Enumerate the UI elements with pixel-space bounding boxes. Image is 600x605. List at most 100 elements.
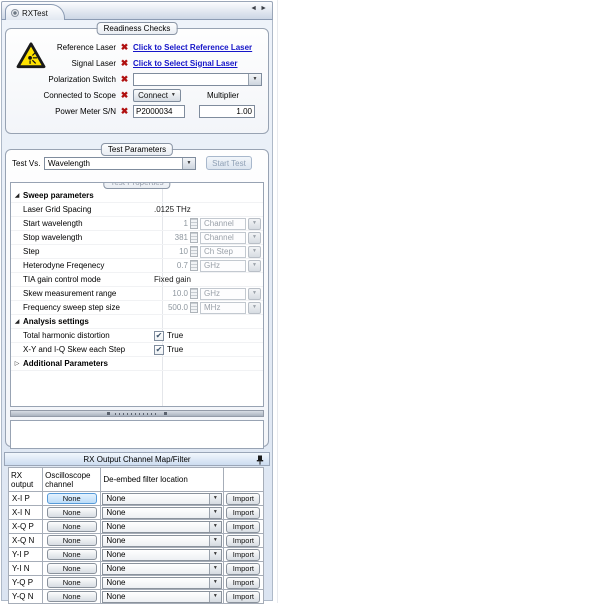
spinner-control[interactable] xyxy=(190,232,198,243)
oscilloscope-channel-button[interactable]: None xyxy=(47,535,97,546)
spinner-control[interactable] xyxy=(190,260,198,271)
pin-icon[interactable] xyxy=(256,455,264,465)
expander-icon[interactable]: ◢ xyxy=(11,193,23,199)
unit-dropdown-button[interactable]: ▼ xyxy=(248,232,261,244)
property-category-row[interactable]: ◢ Sweep parameters xyxy=(11,189,263,203)
dropdown-button[interactable]: ▼ xyxy=(209,508,221,518)
chevron-down-icon: ▼ xyxy=(213,496,218,501)
connect-button[interactable]: Connect ▼ xyxy=(133,89,181,102)
filter-location-select[interactable]: None▼ xyxy=(102,591,221,603)
power-meter-label: Power Meter S/N xyxy=(6,107,116,116)
filter-location-select[interactable]: None▼ xyxy=(102,507,221,519)
import-button[interactable]: Import xyxy=(226,549,260,561)
filter-location-select[interactable]: None▼ xyxy=(102,577,221,589)
unit-dropdown-button[interactable]: ▼ xyxy=(248,288,261,300)
rx-map-title: RX Output Channel Map/Filter xyxy=(83,455,190,464)
filter-location-select[interactable]: None▼ xyxy=(102,563,221,575)
test-vs-select[interactable]: Wavelength ▼ xyxy=(44,157,196,170)
unit-select[interactable]: Channel xyxy=(200,218,246,230)
import-button[interactable]: Import xyxy=(226,507,260,519)
unit-dropdown-button[interactable]: ▼ xyxy=(248,246,261,258)
property-category-row[interactable]: ▷ Additional Parameters xyxy=(11,357,263,371)
nav-left-icon[interactable]: ◄ xyxy=(250,5,257,12)
dropdown-button[interactable]: ▼ xyxy=(182,158,195,169)
spinner-control[interactable] xyxy=(190,218,198,229)
test-properties-grid: Test Properties ◢ Sweep parameters Laser… xyxy=(10,182,264,407)
dropdown-button[interactable]: ▼ xyxy=(209,522,221,532)
oscilloscope-channel-button[interactable]: None xyxy=(47,591,97,602)
unit-select[interactable]: Ch Step xyxy=(200,246,246,258)
import-button[interactable]: Import xyxy=(226,535,260,547)
spinner-control[interactable] xyxy=(190,302,198,313)
property-row[interactable]: Start wavelength 1 Channel ▼ xyxy=(11,217,263,231)
property-row[interactable]: X-Y and I-Q Skew each Step ✔ True xyxy=(11,343,263,357)
oscilloscope-channel-button[interactable]: None xyxy=(47,563,97,574)
import-button[interactable]: Import xyxy=(226,577,260,589)
import-button[interactable]: Import xyxy=(226,591,260,603)
oscilloscope-channel-button[interactable]: None xyxy=(47,549,97,560)
rx-map-header[interactable]: RX Output Channel Map/Filter xyxy=(4,452,270,466)
unit-value: MHz xyxy=(204,303,220,312)
unit-dropdown-button[interactable]: ▼ xyxy=(248,218,261,230)
spinner-control[interactable] xyxy=(190,288,198,299)
unit-select[interactable]: GHz xyxy=(200,288,246,300)
checkbox[interactable]: ✔ xyxy=(154,331,164,341)
tab-rxtest[interactable]: RXTest xyxy=(5,4,65,21)
unit-select[interactable]: Channel xyxy=(200,232,246,244)
checkbox[interactable]: ✔ xyxy=(154,345,164,355)
import-button[interactable]: Import xyxy=(226,521,260,533)
oscilloscope-channel-button[interactable]: None xyxy=(47,493,97,504)
dropdown-button[interactable]: ▼ xyxy=(209,550,221,560)
import-button[interactable]: Import xyxy=(226,493,260,505)
expander-icon[interactable]: ◢ xyxy=(11,319,23,325)
property-row[interactable]: Skew measurement range 10.0 GHz ▼ xyxy=(11,287,263,301)
property-category-row[interactable]: ◢ Analysis settings xyxy=(11,315,263,329)
test-vs-label: Test Vs. xyxy=(12,159,44,168)
select-reference-laser-link[interactable]: Click to Select Reference Laser xyxy=(133,43,252,52)
col-actions xyxy=(223,468,263,492)
dropdown-button[interactable]: ▼ xyxy=(209,592,221,602)
select-signal-laser-link[interactable]: Click to Select Signal Laser xyxy=(133,59,237,68)
filter-location-select[interactable]: None▼ xyxy=(102,535,221,547)
filter-location-select[interactable]: None▼ xyxy=(102,549,221,561)
property-row[interactable]: Total harmonic distortion ✔ True xyxy=(11,329,263,343)
filter-location-select[interactable]: None▼ xyxy=(102,493,221,505)
laser-warning-icon xyxy=(16,42,46,69)
unit-select[interactable]: GHz xyxy=(200,260,246,272)
unit-dropdown-button[interactable]: ▼ xyxy=(248,302,261,314)
property-row[interactable]: Stop wavelength 381 Channel ▼ xyxy=(11,231,263,245)
unit-select[interactable]: MHz xyxy=(200,302,246,314)
start-test-button[interactable]: Start Test xyxy=(206,156,252,170)
oscilloscope-channel-button[interactable]: None xyxy=(47,521,97,532)
tab-nav: ◄ ► xyxy=(250,5,267,12)
spinner-control[interactable] xyxy=(190,246,198,257)
property-row[interactable]: Laser Grid Spacing .0125 THz xyxy=(11,203,263,217)
property-row[interactable]: Frequency sweep step size 500.0 MHz ▼ xyxy=(11,301,263,315)
rx-output-label: X-I P xyxy=(9,492,43,506)
dropdown-button[interactable]: ▼ xyxy=(209,536,221,546)
filter-location-select[interactable]: None▼ xyxy=(102,521,221,533)
power-meter-input[interactable] xyxy=(133,105,185,118)
unit-value: Channel xyxy=(204,219,234,228)
property-row[interactable]: Step 10 Ch Step ▼ xyxy=(11,245,263,259)
readiness-group-label: Readiness Checks xyxy=(97,22,178,35)
nav-right-icon[interactable]: ► xyxy=(260,5,267,12)
import-button[interactable]: Import xyxy=(226,563,260,575)
dropdown-button[interactable]: ▼ xyxy=(209,578,221,588)
expander-icon[interactable]: ▷ xyxy=(11,361,23,367)
oscilloscope-channel-button[interactable]: None xyxy=(47,577,97,588)
oscilloscope-channel-button[interactable]: None xyxy=(47,507,97,518)
chevron-down-icon: ▼ xyxy=(213,566,218,571)
property-row[interactable]: TIA gain control mode Fixed gain xyxy=(11,273,263,287)
property-value: True xyxy=(167,331,183,340)
polarization-switch-select[interactable]: ▼ xyxy=(133,73,262,86)
unit-dropdown-button[interactable]: ▼ xyxy=(248,260,261,272)
dropdown-button[interactable]: ▼ xyxy=(209,494,221,504)
dropdown-button[interactable]: ▼ xyxy=(248,74,261,85)
property-name: Total harmonic distortion xyxy=(11,331,150,340)
splitter-handle[interactable] xyxy=(10,410,264,417)
dropdown-button[interactable]: ▼ xyxy=(209,564,221,574)
multiplier-input[interactable] xyxy=(199,105,255,118)
chevron-down-icon: ▼ xyxy=(252,263,257,268)
property-row[interactable]: Heterodyne Freqenecy 0.7 GHz ▼ xyxy=(11,259,263,273)
